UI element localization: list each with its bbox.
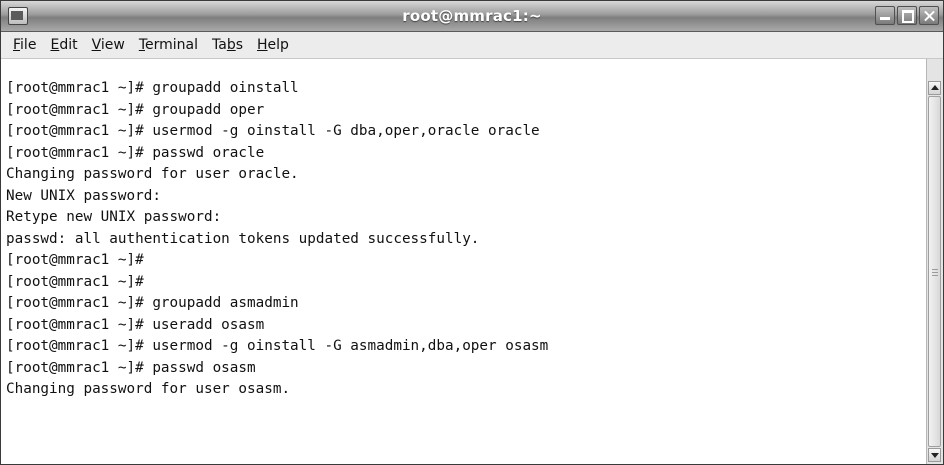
minimize-icon[interactable]	[875, 6, 895, 25]
grip-icon	[932, 268, 938, 276]
menu-file-label: ile	[20, 37, 37, 53]
terminal-line: Changing password for user osasm.	[6, 381, 291, 397]
window-controls	[875, 6, 939, 25]
menu-view[interactable]: View	[85, 35, 132, 55]
vertical-scrollbar[interactable]	[926, 59, 943, 464]
menu-edit[interactable]: Edit	[43, 35, 84, 55]
close-icon[interactable]	[919, 6, 939, 25]
menu-terminal[interactable]: Terminal	[132, 35, 205, 55]
terminal-line: [root@mmrac1 ~]# passwd osasm	[6, 359, 256, 376]
terminal-output[interactable]: [root@mmrac1 ~]# groupadd oinstall [root…	[1, 59, 927, 464]
terminal-line: Changing password for user oracle.	[6, 166, 299, 182]
menu-tabs-mnemonic: b	[226, 37, 236, 53]
arrow-up-icon[interactable]	[928, 81, 941, 95]
maximize-icon[interactable]	[897, 6, 917, 25]
terminal-line: [root@mmrac1 ~]# useradd osasm	[6, 316, 265, 333]
scrollbar-thumb[interactable]	[928, 96, 941, 447]
terminal-line: [root@mmrac1 ~]# groupadd oinstall	[6, 80, 299, 96]
window-title: root@mmrac1:~	[402, 7, 542, 25]
menu-view-label: iew	[100, 37, 125, 53]
terminal-window: root@mmrac1:~ File Edit View Terminal Ta…	[0, 0, 944, 465]
menu-view-mnemonic: V	[91, 37, 101, 53]
terminal-line: [root@mmrac1 ~]# passwd oracle	[6, 144, 265, 161]
menu-tabs-label-start: Ta	[212, 37, 227, 53]
terminal-line: Retype new UNIX password:	[6, 209, 222, 225]
menu-help[interactable]: Help	[250, 35, 296, 55]
terminal-line: passwd: all authentication tokens update…	[6, 230, 480, 247]
terminal-line: [root@mmrac1 ~]#	[6, 252, 144, 268]
menu-edit-label: dit	[59, 37, 78, 53]
terminal-line: [root@mmrac1 ~]# usermod -g oinstall -G …	[6, 123, 540, 139]
menu-edit-mnemonic: E	[50, 37, 60, 53]
title-bar[interactable]: root@mmrac1:~	[1, 1, 943, 32]
terminal-line: [root@mmrac1 ~]# usermod -g oinstall -G …	[6, 338, 549, 354]
terminal-line: [root@mmrac1 ~]# groupadd asmadmin	[6, 295, 299, 311]
menu-terminal-label: erminal	[145, 37, 198, 53]
menu-bar: File Edit View Terminal Tabs Help	[1, 32, 943, 59]
menu-tabs[interactable]: Tabs	[205, 35, 250, 55]
arrow-down-icon[interactable]	[928, 448, 941, 462]
menu-file-mnemonic: F	[13, 37, 21, 53]
terminal-line: [root@mmrac1 ~]#	[6, 273, 144, 290]
menu-file[interactable]: File	[6, 35, 43, 55]
menu-help-label: elp	[267, 37, 289, 53]
menu-tabs-label-end: s	[235, 37, 244, 53]
terminal-line: New UNIX password:	[6, 187, 161, 204]
terminal-line: [root@mmrac1 ~]# groupadd oper	[6, 101, 265, 118]
menu-help-mnemonic: H	[257, 37, 268, 53]
